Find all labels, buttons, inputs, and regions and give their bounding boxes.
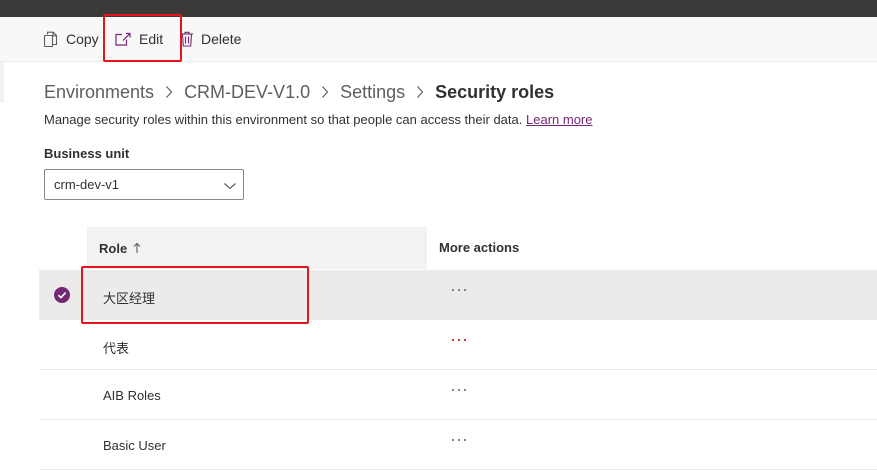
more-actions-icon[interactable] [450, 282, 468, 298]
edit-label: Edit [139, 31, 164, 47]
trash-icon [180, 31, 194, 47]
page-title: Security roles [435, 81, 555, 102]
business-unit-dropdown[interactable]: crm-dev-v1 [44, 169, 244, 200]
role-name[interactable]: Basic User [103, 438, 166, 453]
sort-ascending-icon [133, 242, 141, 254]
more-actions-icon[interactable] [450, 432, 468, 448]
column-header-role[interactable]: Role [87, 227, 427, 269]
column-header-more-actions: More actions [439, 240, 520, 255]
chevron-right-icon [416, 85, 424, 99]
chevron-right-icon [321, 85, 329, 99]
top-bar [0, 0, 877, 17]
more-actions-icon[interactable] [450, 332, 468, 348]
table-row[interactable]: 代表 [39, 320, 877, 370]
page-description: Manage security roles within this enviro… [44, 112, 592, 127]
chevron-down-icon [223, 178, 237, 196]
table-row[interactable]: Basic User [39, 420, 877, 470]
business-unit-value: crm-dev-v1 [54, 177, 120, 192]
delete-label: Delete [201, 31, 242, 47]
column-header-role-label: Role [99, 240, 128, 256]
table-row[interactable]: AIB Roles [39, 370, 877, 420]
delete-button[interactable]: Delete [180, 17, 241, 61]
command-bar: Copy Edit Delete [0, 17, 877, 62]
business-unit-label: Business unit [44, 146, 130, 161]
copy-icon [43, 31, 59, 48]
role-name[interactable]: AIB Roles [103, 388, 161, 403]
breadcrumb-settings[interactable]: Settings [340, 82, 405, 103]
edit-button[interactable]: Edit [114, 17, 163, 61]
breadcrumb: Environments CRM-DEV-V1.0 Settings Secur… [44, 79, 554, 105]
copy-button[interactable]: Copy [43, 17, 99, 61]
checkmark-circle-icon[interactable] [54, 287, 70, 303]
role-name[interactable]: 大区经理 [103, 288, 155, 307]
chevron-right-icon [165, 85, 173, 99]
edit-icon [114, 31, 132, 47]
description-text: Manage security roles within this enviro… [44, 112, 523, 127]
copy-label: Copy [66, 31, 99, 47]
table-row[interactable]: 大区经理 [39, 270, 877, 320]
breadcrumb-environments[interactable]: Environments [44, 82, 154, 103]
role-name[interactable]: 代表 [103, 338, 129, 357]
more-actions-icon[interactable] [450, 382, 468, 398]
breadcrumb-environment[interactable]: CRM-DEV-V1.0 [184, 82, 310, 103]
learn-more-link[interactable]: Learn more [526, 112, 592, 127]
